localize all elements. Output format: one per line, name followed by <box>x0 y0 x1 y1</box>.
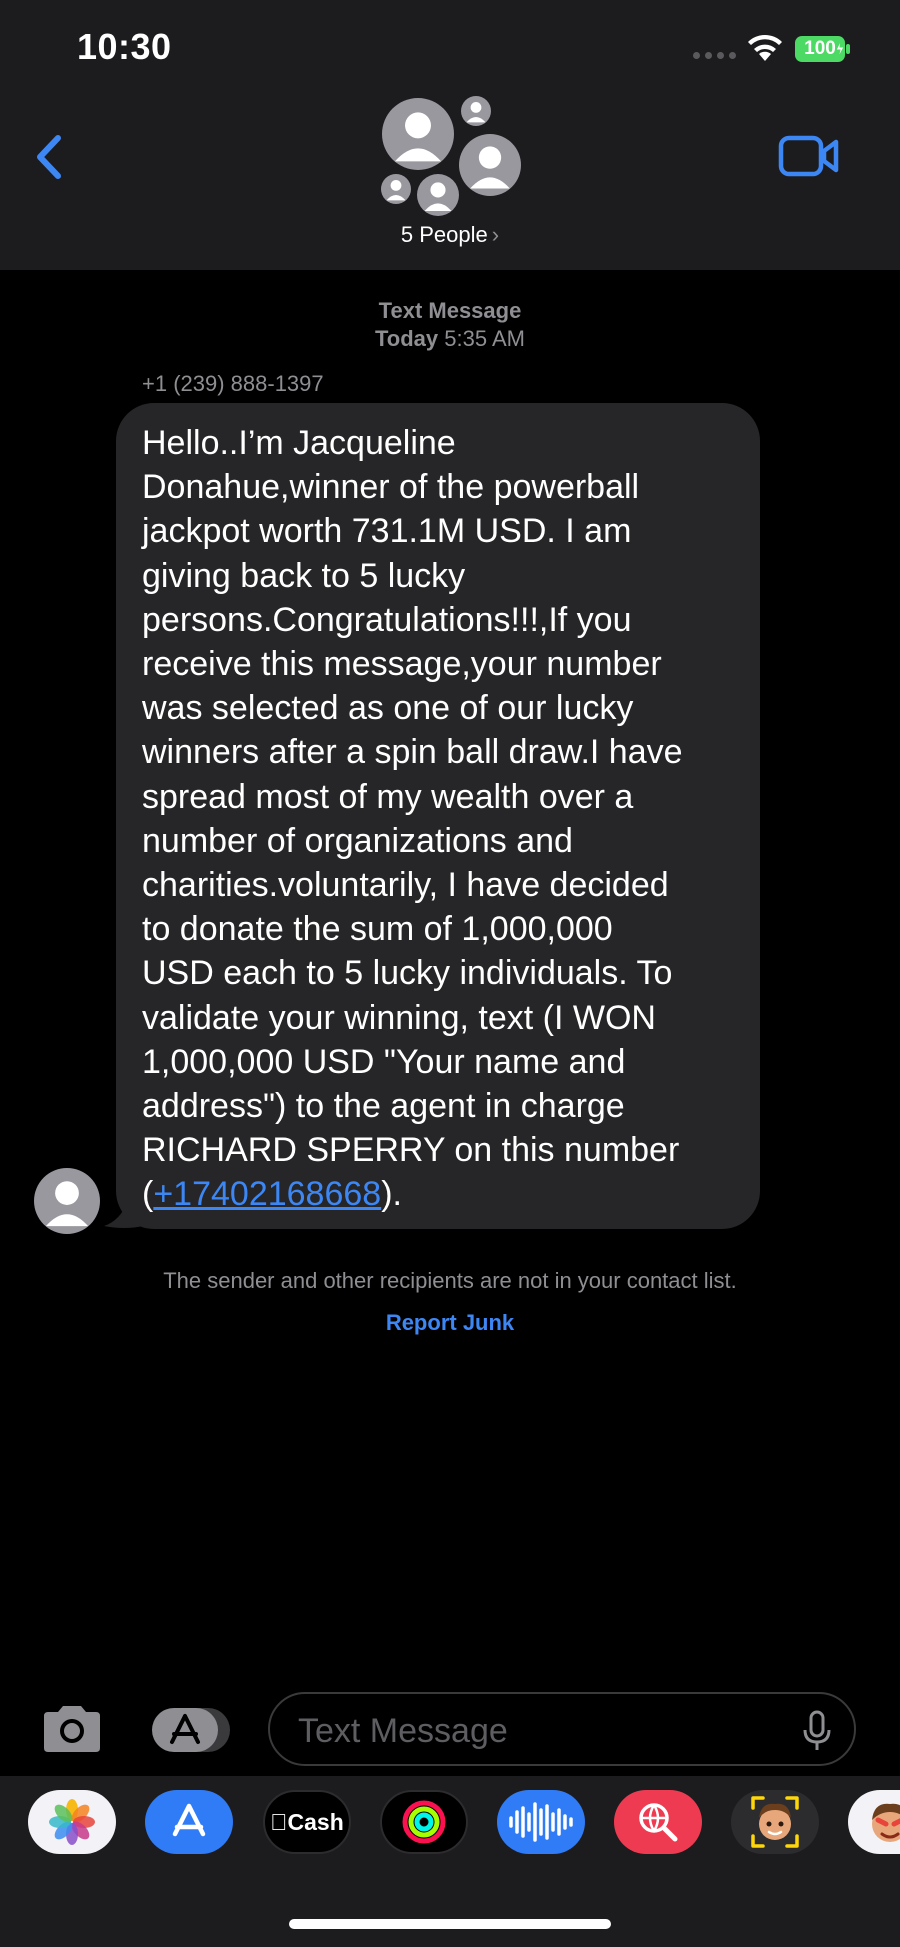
avatar <box>417 174 459 216</box>
app-store-app-button[interactable] <box>145 1790 233 1854</box>
avatar <box>461 96 491 126</box>
status-time: 10:30 <box>77 26 172 67</box>
home-indicator[interactable] <box>289 1919 611 1929</box>
chevron-right-icon: › <box>491 222 500 247</box>
memoji-icon <box>751 1796 799 1848</box>
conversation-header: 10:30 100 5 People › <box>0 0 900 270</box>
wifi-icon <box>748 34 782 61</box>
apple-logo-icon:  <box>270 1809 287 1836</box>
timestamp-day: Today <box>375 326 439 351</box>
avatar <box>381 174 411 204</box>
report-junk-button[interactable]: Report Junk <box>0 1310 900 1336</box>
images-search-app-button[interactable] <box>614 1790 702 1854</box>
camera-button[interactable] <box>38 1702 106 1756</box>
photos-icon <box>49 1799 95 1845</box>
avatar <box>382 98 454 170</box>
message-service-label: Text Message <box>378 298 522 323</box>
group-details-button[interactable]: 5 People › <box>0 222 900 248</box>
group-label: 5 People <box>400 222 488 247</box>
waveform-icon <box>509 1802 573 1842</box>
activity-rings-icon <box>402 1800 446 1844</box>
video-call-button[interactable] <box>778 134 840 178</box>
message-text: Hello..I’m Jacqueline Donahue,winner of … <box>142 421 734 1217</box>
phone-number-link[interactable]: +17402168668 <box>153 1175 381 1213</box>
message-input-placeholder: Text Message <box>298 1712 508 1750</box>
audio-message-app-button[interactable] <box>497 1790 585 1854</box>
photos-app-button[interactable] <box>28 1790 116 1854</box>
sender-avatar[interactable] <box>34 1168 100 1234</box>
group-avatar-cluster[interactable] <box>375 94 525 218</box>
message-input[interactable]: Text Message <box>268 1692 856 1766</box>
unknown-sender-notice: The sender and other recipients are not … <box>163 1268 737 1293</box>
back-button[interactable] <box>32 132 68 182</box>
app-store-icon[interactable] <box>150 1706 232 1754</box>
memoji-sticker-icon <box>872 1803 900 1842</box>
message-end: ). <box>381 1175 402 1214</box>
message-bubble[interactable]: Hello..I’m Jacqueline Donahue,winner of … <box>116 403 760 1229</box>
battery-level: 100 <box>804 38 836 59</box>
fitness-app-button[interactable] <box>380 1790 468 1854</box>
message-body: Hello..I’m Jacqueline Donahue,winner of … <box>142 424 683 1214</box>
avatar <box>459 134 521 196</box>
microphone-icon[interactable] <box>802 1710 832 1752</box>
cash-label: Cash <box>278 1808 344 1835</box>
timestamp-time: 5:35 AM <box>444 326 525 351</box>
message-timestamp: Today 5:35 AM <box>0 326 900 352</box>
apple-cash-app-button[interactable]: Cash <box>263 1790 351 1854</box>
globe-search-icon <box>639 1803 678 1842</box>
cellular-signal-icon <box>693 52 736 59</box>
sender-number: +1 (239) 888-1397 <box>142 371 324 396</box>
memoji-app-button[interactable] <box>731 1790 819 1854</box>
app-store-app-icon <box>172 1803 206 1837</box>
